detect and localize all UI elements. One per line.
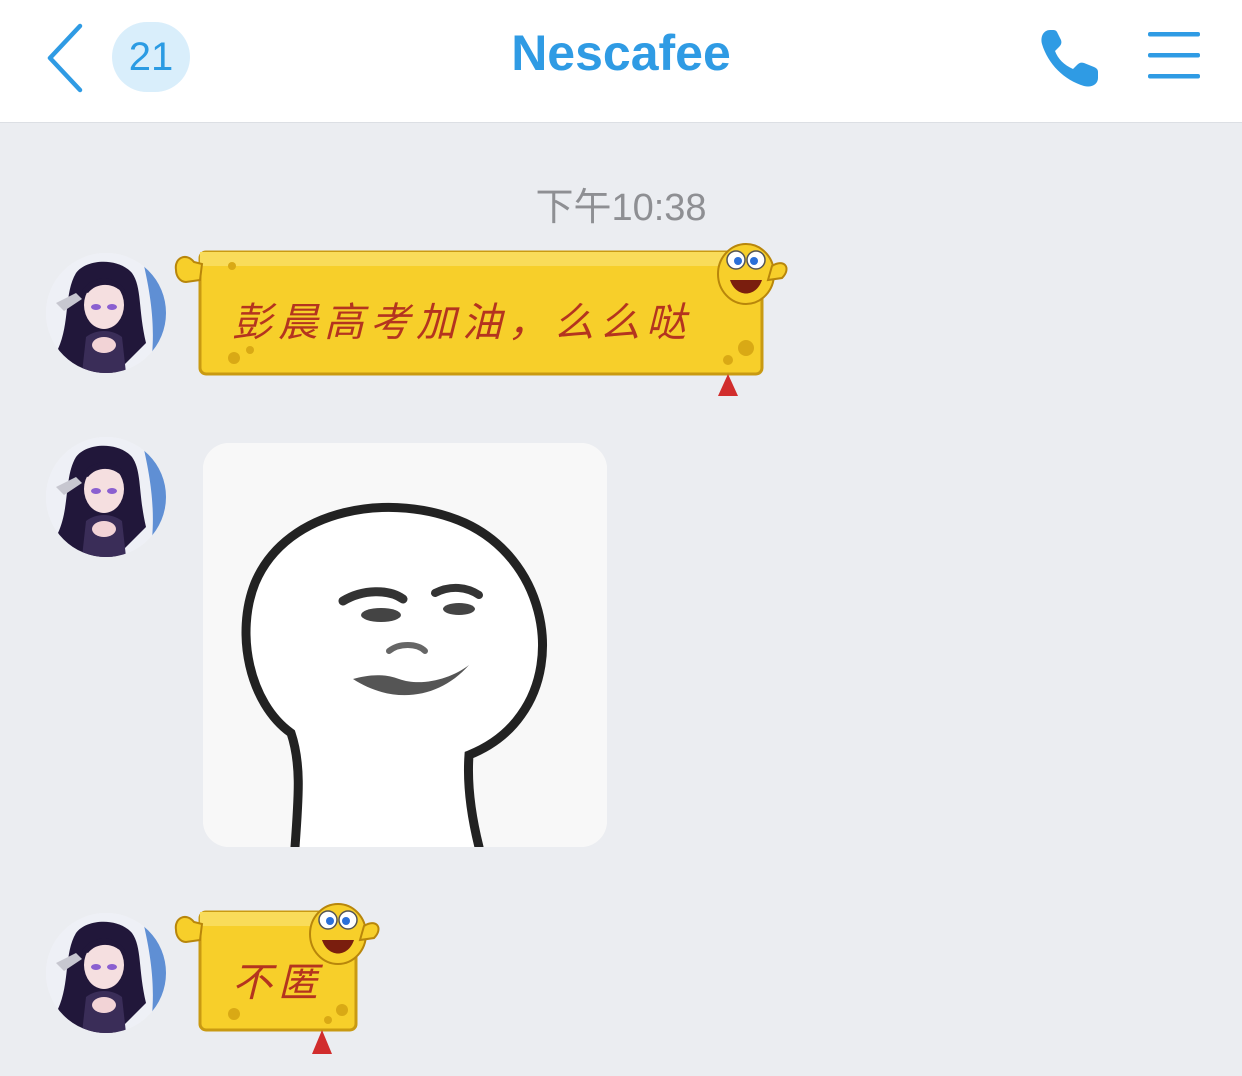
sticker-message[interactable] [203,443,607,847]
contact-avatar[interactable] [46,253,166,373]
hamburger-menu-icon [1148,32,1200,79]
message-bubble[interactable]: 彭晨高考加油，么么哒 [172,240,794,400]
message-text: 彭晨高考加油，么么哒 [232,300,692,346]
call-button[interactable] [1036,26,1104,90]
round-head-smirk-meme-icon [203,443,607,847]
message-text: 不匿 [232,960,324,1006]
menu-button[interactable] [1146,30,1202,82]
back-button[interactable] [40,20,96,96]
contact-avatar[interactable] [46,437,166,557]
message-timestamp: 下午10:38 [535,187,707,229]
contact-avatar[interactable] [46,913,166,1033]
chat-title: Nescafee [511,25,731,81]
message-bubble[interactable]: 不匿 [172,898,386,1058]
unread-count-badge[interactable]: 21 [112,22,190,92]
phone-icon [1041,30,1098,87]
chevron-left-icon [47,23,83,93]
navigation-bar: 21 Nescafee [0,0,1242,123]
